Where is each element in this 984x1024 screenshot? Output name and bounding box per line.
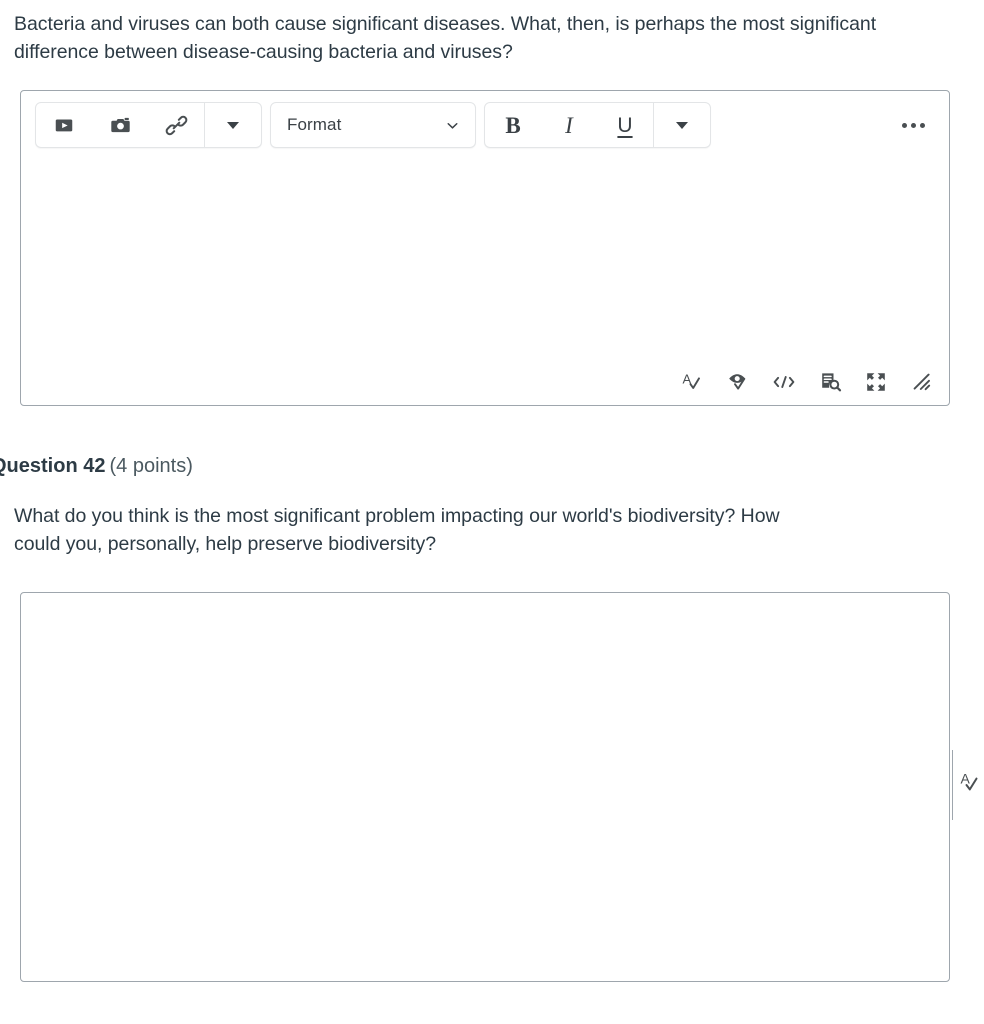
editor-text-area-41[interactable] [21,159,949,359]
chevron-down-icon [227,121,239,129]
italic-button[interactable]: I [541,103,597,147]
editor-text-area-42[interactable] [21,593,949,981]
editor-status-bar-41: A [21,359,949,405]
insert-more-button[interactable] [205,103,261,147]
insert-image-button[interactable] [92,103,148,147]
accessibility-check-icon[interactable] [725,369,751,395]
insert-button-group [35,102,262,148]
clipped-spellcheck-icon[interactable]: A [960,770,984,798]
underline-button[interactable]: U [597,103,653,147]
text-style-group: B I U [484,102,711,148]
spellcheck-icon[interactable]: A [679,369,705,395]
format-select-group: Format [270,102,476,148]
question-42-label: Question 42 [0,455,106,477]
svg-text:A: A [961,771,971,787]
page-edge-divider [952,750,953,820]
insert-video-button[interactable] [36,103,92,147]
text-more-button[interactable] [654,103,710,147]
format-select-value: Format [287,115,342,134]
insert-link-button[interactable] [148,103,204,147]
bold-button[interactable]: B [485,103,541,147]
question-42-header: Question 42 (4 points) [0,453,193,479]
question-42-points: (4 points) [109,455,193,477]
editor-toolbar-41: Format B I U [21,91,949,159]
chevron-down-icon [676,121,688,129]
rich-content-editor-42 [20,592,950,982]
resize-handle-icon[interactable] [909,369,935,395]
rich-content-editor-41: Format B I U A [20,90,950,406]
word-count-icon[interactable] [817,369,843,395]
ellipsis-icon [901,122,925,128]
toolbar-overflow-button[interactable] [891,103,935,147]
html-source-icon[interactable] [771,369,797,395]
question-42-prompt: What do you think is the most significan… [14,505,780,555]
format-select[interactable]: Format [271,103,475,147]
question-41-prompt: Bacteria and viruses can both cause sign… [14,13,877,63]
fullscreen-icon[interactable] [863,369,889,395]
chevron-down-icon [447,122,458,129]
